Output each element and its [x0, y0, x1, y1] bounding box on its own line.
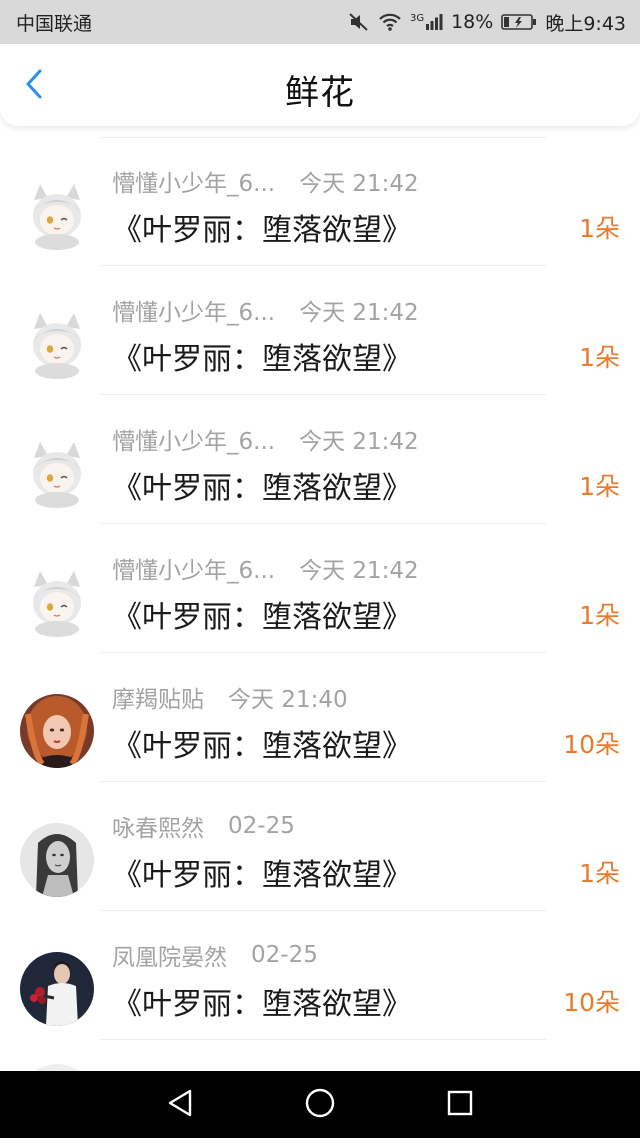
timestamp: 02-25	[251, 942, 318, 968]
nav-back-button[interactable]	[160, 1085, 200, 1125]
list-item[interactable]: 凤凰院晏然 02-25 《叶罗丽：堕落欲望》 10朵	[0, 911, 640, 1040]
status-icons: 3G 18% 晚上9:43	[348, 9, 626, 36]
system-nav-bar	[0, 1071, 640, 1138]
avatar[interactable]	[20, 823, 94, 897]
item-meta: 懵懂小少年_6... 今天 21:42	[112, 422, 419, 456]
flower-count: 10朵	[563, 730, 620, 759]
item-meta: 懵懂小少年_6... 今天 21:42	[112, 164, 419, 198]
flower-count: 10朵	[563, 988, 620, 1017]
avatar[interactable]	[20, 178, 94, 252]
username[interactable]: 摩羯贴贴	[112, 680, 204, 714]
list-item[interactable]: 摩羯贴贴 今天 21:40 《叶罗丽：堕落欲望》 10朵	[0, 653, 640, 782]
avatar[interactable]	[20, 436, 94, 510]
nav-recents-button[interactable]	[440, 1085, 480, 1125]
username[interactable]: 咏春熙然	[112, 809, 204, 843]
book-title[interactable]: 《叶罗丽：堕落欲望》	[112, 463, 412, 507]
network-label: 3G	[409, 13, 425, 24]
nav-home-button[interactable]	[300, 1085, 340, 1125]
timestamp: 今天 21:42	[299, 171, 419, 197]
header: 鲜花	[0, 44, 640, 126]
flower-count: 1朵	[579, 472, 620, 501]
username[interactable]: 懵懂小少年_6...	[112, 551, 275, 585]
flower-list: 懵懂小少年_6... 今天 21:42 《叶罗丽：堕落欲望》 1朵 懵懂小少年_…	[0, 137, 640, 1071]
item-meta: 摩羯贴贴 今天 21:40	[112, 680, 348, 714]
flower-count: 1朵	[579, 214, 620, 243]
flower-count: 1朵	[579, 601, 620, 630]
battery-percent: 18%	[451, 11, 494, 33]
username[interactable]: 懵懂小少年_6...	[112, 164, 275, 198]
timestamp: 今天 21:42	[299, 300, 419, 326]
signal-icon: 3G	[410, 13, 443, 31]
book-title[interactable]: 《叶罗丽：堕落欲望》	[112, 721, 412, 765]
list-item[interactable]: 懵懂小少年_6... 今天 21:42 《叶罗丽：堕落欲望》 1朵	[0, 524, 640, 653]
square-recents-icon	[446, 1089, 474, 1121]
book-title[interactable]: 《叶罗丽：堕落欲望》	[112, 205, 412, 249]
flower-count: 1朵	[579, 343, 620, 372]
item-meta: 懵懂小少年_6... 今天 21:42	[112, 551, 419, 585]
avatar[interactable]	[20, 694, 94, 768]
avatar[interactable]	[20, 307, 94, 381]
book-title[interactable]: 《叶罗丽：堕落欲望》	[112, 850, 412, 894]
clock-label: 晚上9:43	[545, 12, 626, 35]
wifi-icon	[378, 12, 402, 32]
list-item[interactable]: 咏春熙然 02-25 《叶罗丽：堕落欲望》 1朵	[0, 782, 640, 911]
item-meta: 咏春熙然 02-25	[112, 809, 295, 843]
timestamp: 今天 21:40	[228, 687, 348, 713]
item-meta: 凤凰院晏然 02-25	[112, 938, 318, 972]
username[interactable]: 懵懂小少年_6...	[112, 293, 275, 327]
username[interactable]: 懵懂小少年_6...	[112, 422, 275, 456]
username[interactable]: 凤凰院晏然	[112, 938, 227, 972]
page-title: 鲜花	[285, 73, 355, 113]
book-title[interactable]: 《叶罗丽：堕落欲望》	[112, 979, 412, 1023]
timestamp: 02-25	[228, 813, 295, 839]
list-item[interactable]: 懵懂小少年_6... 今天 21:42 《叶罗丽：堕落欲望》 1朵	[0, 137, 640, 266]
avatar[interactable]	[20, 565, 94, 639]
carrier-label: 中国联通	[16, 12, 93, 35]
list-item[interactable]: 懵懂小少年_6... 今天 21:42 《叶罗丽：堕落欲望》 1朵	[0, 266, 640, 395]
circle-home-icon	[304, 1087, 336, 1123]
flower-count: 1朵	[579, 859, 620, 888]
book-title[interactable]: 《叶罗丽：堕落欲望》	[112, 334, 412, 378]
status-bar: 中国联通 3G 18% 晚上9:43	[0, 0, 640, 44]
avatar	[20, 1064, 94, 1071]
list-item-partial	[0, 1040, 640, 1071]
item-meta: 懵懂小少年_6... 今天 21:42	[112, 293, 419, 327]
mute-icon	[348, 12, 370, 32]
battery-icon	[501, 12, 537, 32]
triangle-back-icon	[166, 1088, 194, 1122]
timestamp: 今天 21:42	[299, 429, 419, 455]
list-item[interactable]: 懵懂小少年_6... 今天 21:42 《叶罗丽：堕落欲望》 1朵	[0, 395, 640, 524]
timestamp: 今天 21:42	[299, 558, 419, 584]
avatar[interactable]	[20, 952, 94, 1026]
book-title[interactable]: 《叶罗丽：堕落欲望》	[112, 592, 412, 636]
